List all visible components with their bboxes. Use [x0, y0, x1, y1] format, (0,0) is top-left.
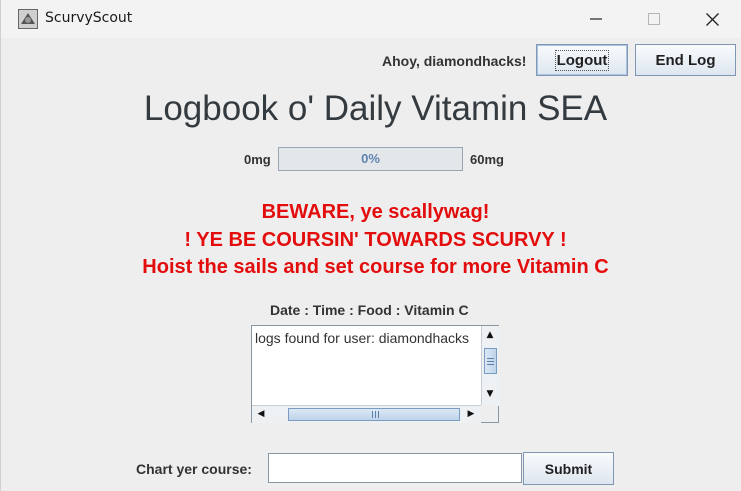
- page-title: Logbook o' Daily Vitamin SEA: [143, 89, 608, 128]
- progress-percent: 0%: [361, 151, 380, 166]
- warning-line-3: Hoist the sails and set course for more …: [142, 256, 609, 278]
- app-window: ScurvyScout Ahoy, diamondhacks! Logout E…: [0, 0, 741, 491]
- log-column-header: Date : Time : Food : Vitamin C: [270, 302, 469, 318]
- warning-line-1: BEWARE, ye scallywag!: [261, 201, 490, 223]
- horizontal-scroll-thumb[interactable]: [288, 408, 460, 421]
- course-input-label: Chart yer course:: [136, 461, 252, 477]
- maximize-button[interactable]: [625, 0, 683, 38]
- warning-line-2: ! YE BE COURSIN' TOWARDS SCURVY !: [184, 229, 567, 251]
- scroll-right-icon[interactable]: ▶: [463, 406, 479, 422]
- scroll-down-icon[interactable]: ▼: [482, 386, 498, 402]
- maximize-icon: [648, 13, 660, 25]
- close-icon: [705, 12, 719, 26]
- app-icon: [18, 9, 38, 29]
- title-bar[interactable]: ScurvyScout: [1, 0, 741, 38]
- log-list[interactable]: logs found for user: diamondhacks ▲ ▼ ◀ …: [251, 325, 499, 423]
- minimize-button[interactable]: [567, 0, 625, 38]
- course-input[interactable]: [268, 453, 522, 483]
- progress-min-label: 0mg: [244, 152, 271, 167]
- close-button[interactable]: [683, 0, 741, 38]
- minimize-icon: [590, 18, 602, 20]
- submit-button[interactable]: Submit: [523, 452, 614, 485]
- submit-label: Submit: [544, 460, 593, 477]
- scroll-left-icon[interactable]: ◀: [253, 406, 269, 422]
- vitamin-progress-bar: 0%: [278, 147, 463, 171]
- scroll-corner: [481, 405, 498, 422]
- log-line: logs found for user: diamondhacks: [255, 330, 470, 346]
- logout-label: Logout: [554, 49, 610, 71]
- progress-max-label: 60mg: [470, 152, 504, 167]
- window-title: ScurvyScout: [45, 10, 133, 26]
- end-log-button[interactable]: End Log: [635, 44, 736, 76]
- end-log-label: End Log: [655, 51, 716, 69]
- vertical-scroll-thumb[interactable]: [484, 348, 497, 374]
- horizontal-scrollbar[interactable]: ◀ ▶: [252, 405, 481, 423]
- greeting-label: Ahoy, diamondhacks!: [382, 53, 527, 69]
- scroll-up-icon[interactable]: ▲: [482, 327, 498, 343]
- vertical-scrollbar[interactable]: ▲ ▼: [481, 326, 499, 406]
- logout-button[interactable]: Logout: [536, 44, 628, 76]
